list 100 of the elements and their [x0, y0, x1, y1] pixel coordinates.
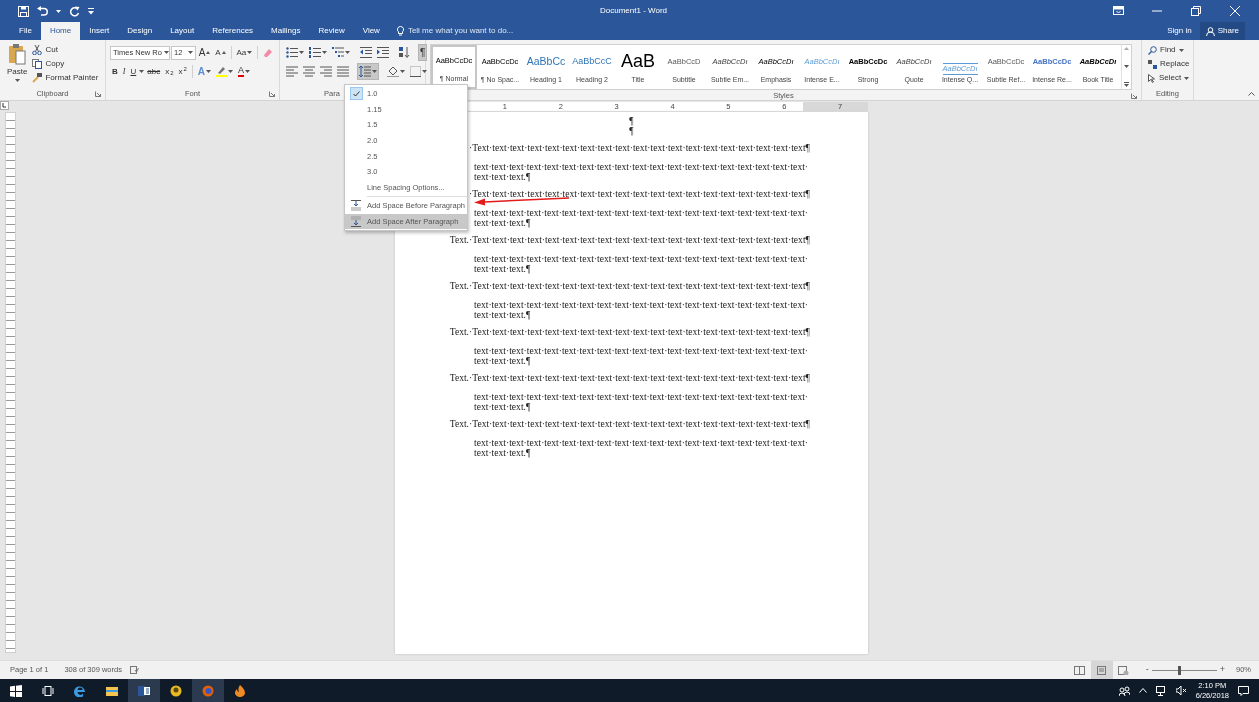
borders-icon: [410, 66, 421, 77]
decrease-indent-icon: [360, 47, 372, 58]
numbered-list-icon: [309, 47, 321, 58]
bullets-icon: [286, 47, 298, 58]
close-icon[interactable]: [1230, 6, 1241, 16]
search-icon: [1148, 45, 1157, 55]
paragraph-lead: Text.: [448, 235, 469, 245]
proofing-icon[interactable]: [129, 666, 139, 674]
format-button[interactable]: I: [120, 63, 128, 80]
format-button[interactable]: x$_{2}$: [163, 63, 176, 80]
browser-icon[interactable]: [74, 684, 86, 697]
ribbon-tab[interactable]: Design: [118, 22, 162, 40]
caret-icon: [400, 70, 405, 73]
caret-icon: [139, 70, 145, 73]
caret-icon: [372, 70, 377, 73]
copy-button[interactable]: Copy: [30, 57, 101, 71]
caret-icon: [245, 70, 251, 73]
text-line: text·text·text.¶: [474, 218, 532, 228]
print-layout-button[interactable]: [1090, 661, 1113, 679]
ribbon-tab[interactable]: Review: [309, 22, 354, 40]
caret-icon: [247, 51, 253, 54]
customize-menu-icon[interactable]: [88, 7, 94, 15]
chevron-up-icon[interactable]: [1138, 688, 1147, 693]
redo-icon[interactable]: [69, 5, 80, 17]
dialog-launcher-icon[interactable]: [1131, 92, 1137, 99]
text-line: ·Text·text·text·text·text·text·text·text·text·text·text·text·text·text·text·text·text·text·text¶: [469, 189, 810, 199]
dialog-launcher-icon[interactable]: [269, 91, 275, 97]
document-app-icon[interactable]: [138, 684, 150, 697]
dialog-launcher-icon[interactable]: [95, 91, 101, 97]
increase-indent-button[interactable]: [375, 44, 391, 61]
flame-icon[interactable]: [234, 684, 246, 697]
borders-button[interactable]: [408, 63, 429, 80]
ribbon-tab[interactable]: References: [203, 22, 263, 40]
speaker-muted-icon[interactable]: [1175, 686, 1187, 695]
highlighter-icon: [216, 66, 228, 77]
notifications-icon[interactable]: [1238, 685, 1249, 696]
style-preview: AaBbCcC: [572, 54, 612, 68]
text-line: ·Text·text·text·text·text·text·text·text·text·text·text·text·text·text·text·text·text·text·text¶: [469, 281, 810, 291]
sort-button[interactable]: [397, 44, 412, 61]
font-color-button[interactable]: A: [236, 63, 253, 80]
ribbon-tab[interactable]: Mailings: [262, 22, 310, 40]
space-after-icon: [351, 216, 361, 228]
ribbon-tab[interactable]: Layout: [161, 22, 204, 40]
collapse-ribbon-icon[interactable]: [1248, 92, 1255, 96]
caret-up-icon: [221, 51, 226, 54]
ribbon-display-options-icon[interactable]: [1113, 6, 1124, 16]
text-line: text·text·text·text·text·text·text·text·text·text·text·text·text·text·text·text·text·text·text·: [474, 300, 810, 310]
line-spacing-button[interactable]: [357, 63, 379, 80]
undo-icon[interactable]: [37, 6, 48, 16]
scroll-down-icon[interactable]: [1124, 64, 1129, 68]
restore-icon[interactable]: [1191, 6, 1202, 16]
tell-me-field[interactable]: Tell me what you want to do...: [403, 25, 534, 37]
paste-button[interactable]: Paste: [4, 43, 31, 88]
caret-icon: [322, 51, 327, 54]
fox-globe-icon[interactable]: [202, 684, 214, 697]
cut-button[interactable]: Cut: [30, 43, 101, 57]
text-line: ·Text·text·text·text·text·text·text·text·text·text·text·text·text·text·text·text·text·text·text¶: [469, 235, 810, 245]
bullets-button[interactable]: [284, 44, 306, 61]
format-button[interactable]: abc: [145, 63, 163, 80]
caret-icon: [206, 70, 212, 73]
zoom-out-button[interactable]: -: [1142, 663, 1152, 677]
network-icon[interactable]: [1155, 685, 1167, 696]
folder-icon[interactable]: [106, 684, 118, 697]
ribbon-tab[interactable]: Insert: [80, 22, 119, 40]
format-button[interactable]: U: [128, 63, 139, 80]
text-line: ·Text·text·text·text·text·text·text·text·text·text·text·text·text·text·text·text·text·text·text¶: [469, 373, 810, 383]
numbering-button[interactable]: [307, 44, 329, 61]
start-icon[interactable]: [10, 684, 22, 697]
space-before-icon: [351, 200, 361, 212]
line-spacing-icon: [359, 66, 371, 77]
tab-selector-icon[interactable]: [0, 101, 9, 110]
replace-button[interactable]: Replace: [1146, 57, 1189, 71]
caret-icon: [1178, 48, 1184, 52]
format-painter-button[interactable]: Format Painter: [30, 71, 101, 85]
window-title: Document1 - Word: [600, 5, 667, 17]
grow-font-button[interactable]: A: [196, 44, 213, 61]
task-view-icon[interactable]: [42, 684, 54, 697]
people-icon[interactable]: [1118, 685, 1130, 696]
change-case-button[interactable]: Aa: [234, 44, 255, 61]
format-button[interactable]: B: [110, 63, 120, 80]
decrease-indent-button[interactable]: [358, 44, 374, 61]
ribbon-tab[interactable]: File: [10, 22, 41, 40]
select-button[interactable]: Select: [1146, 71, 1189, 85]
paint-bucket-icon: [387, 66, 399, 77]
align-center-icon: [303, 66, 315, 77]
sign-in-link[interactable]: Sign in: [1167, 25, 1192, 37]
share-button[interactable]: Share: [1199, 22, 1245, 40]
zoom-in-button[interactable]: +: [1216, 663, 1228, 677]
text-line: text·text·text.¶: [474, 264, 532, 274]
caret-up-icon: [206, 51, 211, 54]
ribbon-tab[interactable]: Home: [40, 22, 81, 40]
caret-icon: [228, 70, 234, 73]
find-button[interactable]: Find: [1146, 43, 1189, 57]
ribbon-tab[interactable]: View: [353, 22, 389, 40]
show-formatting-marks-button[interactable]: ¶: [418, 44, 428, 61]
format-button[interactable]: x$^{2}$: [176, 63, 189, 80]
save-icon[interactable]: [18, 5, 29, 17]
shrink-font-button[interactable]: A: [213, 44, 228, 61]
round-app-icon[interactable]: [170, 684, 182, 697]
more-styles-icon[interactable]: [1124, 82, 1129, 87]
